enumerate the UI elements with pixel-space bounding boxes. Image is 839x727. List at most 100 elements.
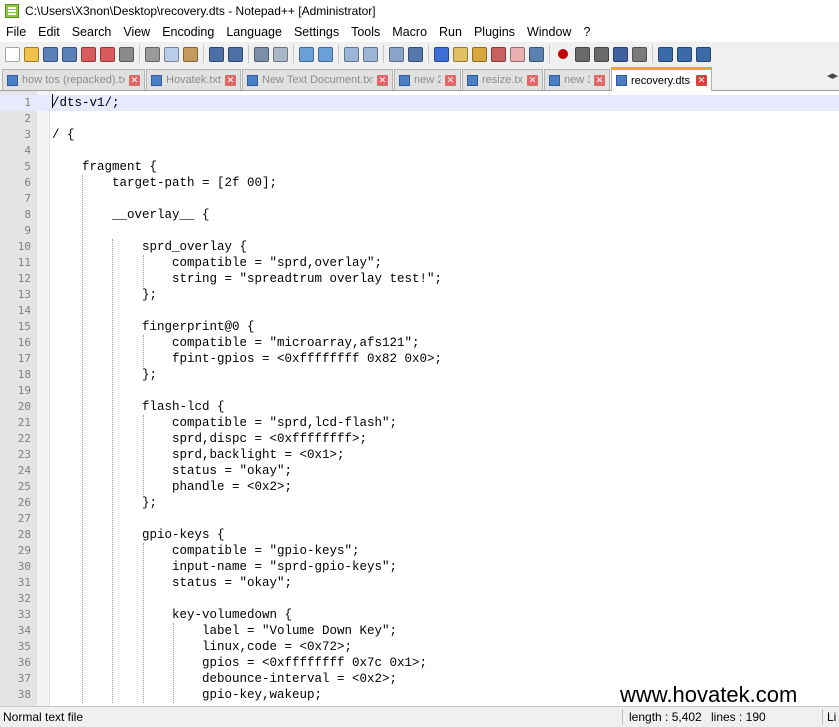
code-line[interactable]: 9 — [0, 223, 839, 239]
code-line[interactable]: 3 / { — [0, 127, 839, 143]
menu-view[interactable]: View — [117, 22, 156, 42]
code-line[interactable]: 8 __overlay__ { — [0, 207, 839, 223]
code-line[interactable]: 30 input-name = "sprd-gpio-keys"; — [0, 559, 839, 575]
undo-icon[interactable] — [209, 46, 224, 62]
open-file-icon[interactable] — [24, 46, 39, 62]
zoom-in-icon[interactable] — [299, 46, 314, 62]
tab-close-icon[interactable]: ✕ — [696, 75, 707, 86]
menu-search[interactable]: Search — [66, 22, 118, 42]
sync-vertical-icon[interactable] — [344, 46, 359, 62]
record-macro-icon[interactable] — [555, 46, 571, 62]
tab-scroll-arrows[interactable]: ◂▸ — [827, 69, 839, 89]
show-all-chars-icon[interactable] — [408, 46, 423, 62]
document-tab[interactable]: New Text Document.txt ✕ — [242, 69, 393, 90]
save-icon[interactable] — [43, 46, 58, 62]
code-line[interactable]: 16 compatible = "microarray,afs121"; — [0, 335, 839, 351]
code-line[interactable]: 34 label = "Volume Down Key"; — [0, 623, 839, 639]
code-line[interactable]: 11 compatible = "sprd,overlay"; — [0, 255, 839, 271]
code-line[interactable]: 12 string = "spreadtrum overlay test!"; — [0, 271, 839, 287]
menu-edit[interactable]: Edit — [32, 22, 66, 42]
code-line[interactable]: 31 status = "okay"; — [0, 575, 839, 591]
new-file-icon[interactable] — [5, 46, 20, 62]
code-line[interactable]: 10 sprd_overlay { — [0, 239, 839, 255]
document-tab[interactable]: how tos (repacked).txt ✕ — [2, 69, 145, 90]
code-line[interactable]: 6 target-path = [2f 00]; — [0, 175, 839, 191]
code-line[interactable]: 1/dts-v1/; — [0, 95, 839, 111]
code-line[interactable]: 35 linux,code = <0x72>; — [0, 639, 839, 655]
save-all-icon[interactable] — [62, 46, 77, 62]
menu-settings[interactable]: Settings — [288, 22, 345, 42]
run-macro-multiple-icon[interactable] — [613, 46, 628, 62]
folder-workspace-icon[interactable] — [510, 46, 525, 62]
code-line[interactable]: 19 — [0, 383, 839, 399]
code-line[interactable]: 14 — [0, 303, 839, 319]
document-tab[interactable]: new 2 ✕ — [394, 69, 461, 90]
panel-a-icon[interactable] — [658, 46, 673, 62]
zoom-out-icon[interactable] — [318, 46, 333, 62]
tab-close-icon[interactable]: ✕ — [445, 74, 456, 86]
code-line[interactable]: 29 compatible = "gpio-keys"; — [0, 543, 839, 559]
code-line[interactable]: 7 — [0, 191, 839, 207]
close-icon[interactable] — [81, 46, 96, 62]
code-line[interactable]: 21 compatible = "sprd,lcd-flash"; — [0, 415, 839, 431]
find-icon[interactable] — [254, 46, 269, 62]
code-line[interactable]: 5 fragment { — [0, 159, 839, 175]
code-line[interactable]: 25 phandle = <0x2>; — [0, 479, 839, 495]
play-macro-icon[interactable] — [594, 46, 609, 62]
menu-tools[interactable]: Tools — [345, 22, 386, 42]
code-line[interactable]: 26 }; — [0, 495, 839, 511]
panel-b-icon[interactable] — [677, 46, 692, 62]
document-tab[interactable]: Hovatek.txt ✕ — [146, 69, 241, 90]
code-line[interactable]: 32 — [0, 591, 839, 607]
code-line[interactable]: 18 }; — [0, 367, 839, 383]
tab-close-icon[interactable]: ✕ — [594, 74, 605, 86]
close-all-icon[interactable] — [100, 46, 115, 62]
tab-close-icon[interactable]: ✕ — [129, 74, 140, 86]
code-line[interactable]: 15 fingerprint@0 { — [0, 319, 839, 335]
menu-plugins[interactable]: Plugins — [468, 22, 521, 42]
tab-close-icon[interactable]: ✕ — [225, 74, 236, 86]
code-line[interactable]: 23 sprd,backlight = <0x1>; — [0, 447, 839, 463]
sync-horizontal-icon[interactable] — [363, 46, 378, 62]
menu-help[interactable]: ? — [577, 22, 596, 42]
code-line[interactable]: 33 key-volumedown { — [0, 607, 839, 623]
code-line[interactable]: 27 — [0, 511, 839, 527]
menu-macro[interactable]: Macro — [386, 22, 433, 42]
doc-map-icon[interactable] — [472, 46, 487, 62]
word-wrap-icon[interactable] — [389, 46, 404, 62]
tab-close-icon[interactable]: ✕ — [377, 74, 388, 86]
monitoring-icon[interactable] — [529, 46, 544, 62]
code-line[interactable]: 13 }; — [0, 287, 839, 303]
cut-icon[interactable] — [145, 46, 160, 62]
code-line[interactable]: 24 status = "okay"; — [0, 463, 839, 479]
code-line[interactable]: 22 sprd,dispc = <0xffffffff>; — [0, 431, 839, 447]
editor-area[interactable]: 1/dts-v1/; 2 3/ {4 5 fragment {6 target-pat… — [0, 91, 839, 706]
code-line[interactable]: 20 flash-lcd { — [0, 399, 839, 415]
replace-icon[interactable] — [273, 46, 288, 62]
save-macro-icon[interactable] — [632, 46, 647, 62]
document-tab[interactable]: new 3 ✕ — [544, 69, 610, 90]
tab-close-icon[interactable]: ✕ — [527, 74, 538, 86]
document-tab[interactable]: resize.txt ✕ — [462, 69, 543, 90]
toolbar-separator — [139, 45, 140, 63]
menu-run[interactable]: Run — [433, 22, 468, 42]
code-line[interactable]: 36 gpios = <0xffffffff 0x7c 0x1>; — [0, 655, 839, 671]
indent-guide-icon[interactable] — [434, 46, 449, 62]
code-line[interactable]: 28 gpio-keys { — [0, 527, 839, 543]
menu-language[interactable]: Language — [220, 22, 288, 42]
code-line[interactable]: 17 fpint-gpios = <0xffffffff 0x82 0x0>; — [0, 351, 839, 367]
user-language-icon[interactable] — [453, 46, 468, 62]
document-tab[interactable]: recovery.dts ✕ — [611, 67, 712, 91]
menu-file[interactable]: File — [0, 22, 32, 42]
code-line[interactable]: 4 — [0, 143, 839, 159]
copy-icon[interactable] — [164, 46, 179, 62]
menu-window[interactable]: Window — [521, 22, 577, 42]
print-icon[interactable] — [119, 46, 134, 62]
paste-icon[interactable] — [183, 46, 198, 62]
menu-encoding[interactable]: Encoding — [156, 22, 220, 42]
redo-icon[interactable] — [228, 46, 243, 62]
panel-c-icon[interactable] — [696, 46, 711, 62]
function-list-icon[interactable] — [491, 46, 506, 62]
stop-record-icon[interactable] — [575, 46, 590, 62]
code-line[interactable]: 2 — [0, 111, 839, 127]
